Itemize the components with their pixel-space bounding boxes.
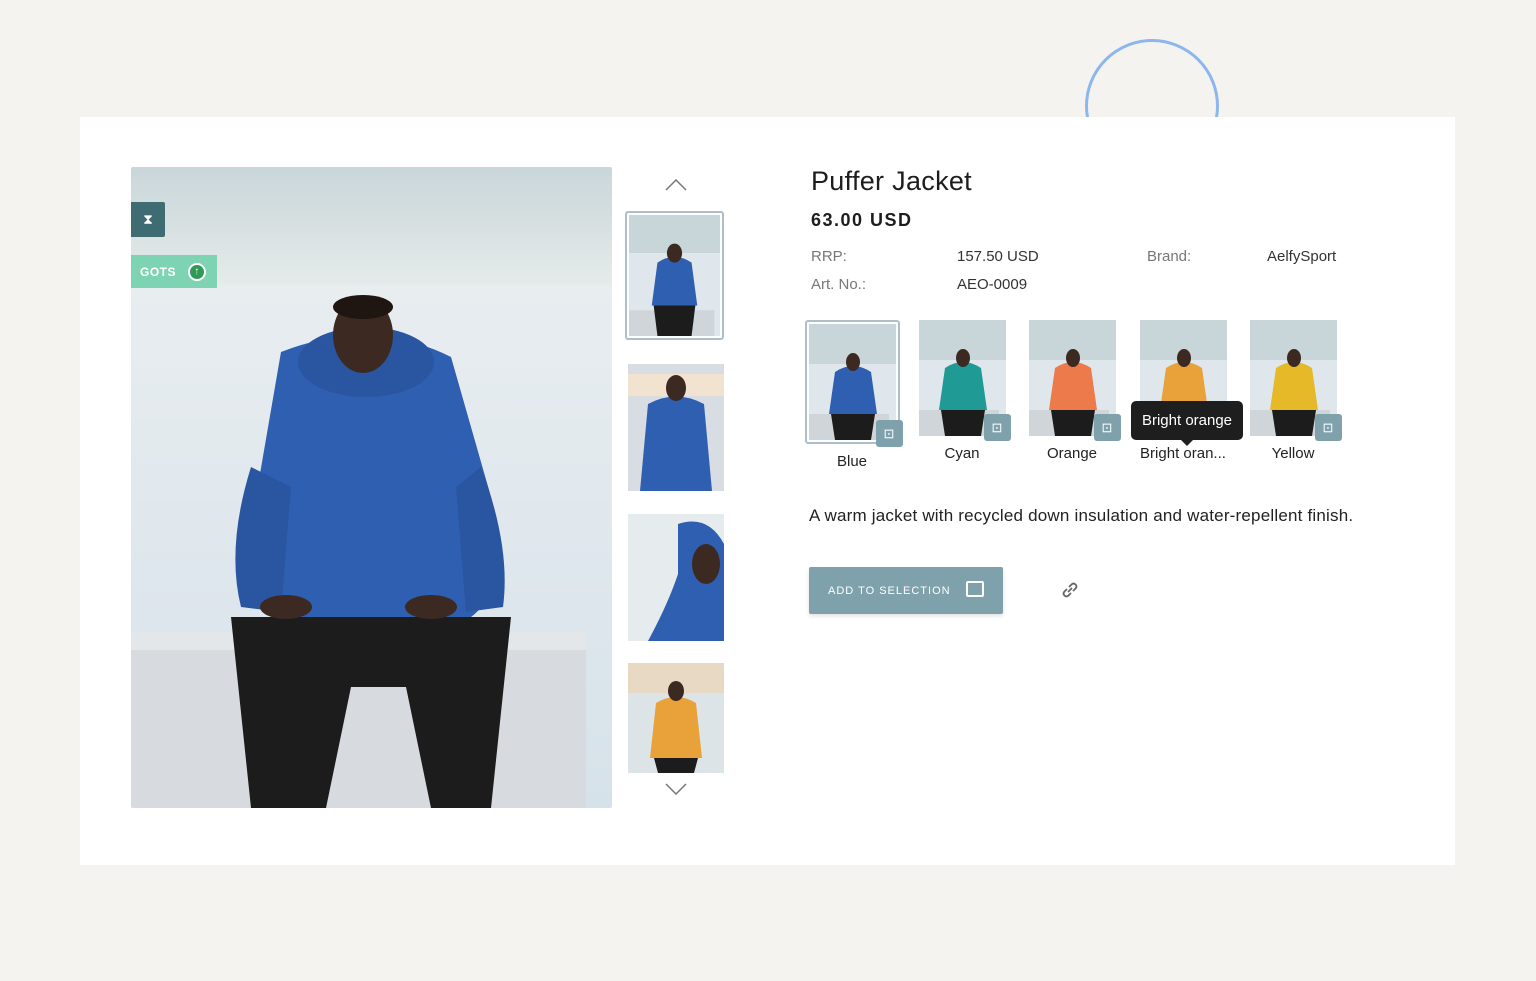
chevron-up-icon[interactable] (661, 175, 691, 195)
add-to-selection-label: ADD TO SELECTION (828, 584, 951, 597)
art-no-label: Art. No.: (811, 276, 867, 293)
variant-label: Yellow (1271, 445, 1315, 462)
variant-orange[interactable]: ⊡ Orange (1018, 320, 1126, 462)
cart-icon[interactable]: ⊡ (875, 420, 903, 447)
variant-yellow-image: ⊡ (1249, 320, 1342, 441)
cart-icon[interactable]: ⊡ (1093, 414, 1121, 441)
main-product-image[interactable]: ⧗ GOTS ↑ (131, 167, 612, 808)
thumbnail-1[interactable] (625, 211, 724, 340)
product-title: Puffer Jacket (811, 166, 972, 196)
brand-value: AelfySport (1267, 248, 1337, 265)
gots-label: GOTS (140, 264, 177, 279)
gots-logo-icon: ↑ (188, 262, 207, 281)
variant-yellow[interactable]: ⊡ Yellow (1239, 320, 1347, 462)
chevron-down-icon[interactable] (661, 779, 691, 799)
variant-orange-image: ⊡ (1028, 320, 1121, 441)
variant-cyan-image: ⊡ (918, 320, 1011, 441)
product-price: 63.00 USD (811, 210, 913, 230)
variant-label: Bright oran... (1140, 445, 1226, 462)
link-icon[interactable] (1060, 580, 1080, 600)
product-card: ⧗ GOTS ↑ Puffer Jacket 63.00 USD RRP: 15… (80, 117, 1455, 865)
rrp-label: RRP: (811, 248, 847, 265)
thumbnail-2[interactable] (628, 364, 724, 491)
rrp-value: 157.50 USD (957, 248, 1039, 265)
hourglass-icon: ⧗ (131, 202, 165, 237)
thumbnail-carousel (625, 167, 728, 808)
cart-icon[interactable]: ⊡ (983, 414, 1011, 441)
brand-label: Brand: (1147, 248, 1192, 265)
thumbnail-4[interactable] (628, 663, 724, 773)
variant-blue-image: ⊡ (804, 320, 903, 447)
thumbnail-3[interactable] (628, 514, 724, 641)
gots-badge: GOTS ↑ (131, 255, 217, 288)
cart-icon (966, 581, 984, 597)
variant-label: Cyan (944, 445, 980, 462)
variant-blue[interactable]: ⊡ Blue (798, 320, 906, 470)
product-description: A warm jacket with recycled down insulat… (809, 506, 1354, 525)
cart-icon[interactable]: ⊡ (1314, 414, 1342, 441)
art-no-value: AEO-0009 (957, 276, 1028, 293)
add-to-selection-button[interactable]: ADD TO SELECTION (809, 567, 1003, 614)
variant-label: Orange (1046, 445, 1098, 462)
variant-label: Blue (836, 453, 868, 470)
variant-cyan[interactable]: ⊡ Cyan (908, 320, 1016, 462)
variant-tooltip: Bright orange (1131, 401, 1243, 446)
